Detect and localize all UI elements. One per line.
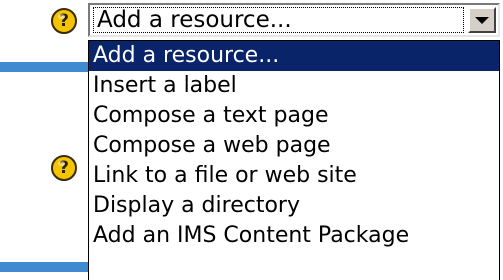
- help-icon-glyph: ?: [59, 11, 69, 31]
- help-icon[interactable]: ?: [51, 8, 77, 34]
- dropdown-list: Add a resource... Insert a label Compose…: [88, 40, 500, 280]
- section-divider-bar: [0, 262, 90, 272]
- dropdown-arrow-button[interactable]: [468, 7, 496, 33]
- dropdown-option[interactable]: Add an IMS Content Package: [89, 221, 499, 251]
- chevron-down-icon: [475, 16, 489, 24]
- dropdown-option[interactable]: Compose a text page: [89, 101, 499, 131]
- help-icon[interactable]: ?: [51, 155, 77, 181]
- section-divider-bar: [0, 62, 90, 72]
- add-resource-select[interactable]: Add a resource...: [88, 3, 500, 37]
- dropdown-option[interactable]: Add a resource...: [89, 41, 499, 71]
- select-current-value: Add a resource...: [93, 7, 464, 33]
- dropdown-option[interactable]: Insert a label: [89, 71, 499, 101]
- dropdown-option[interactable]: Link to a file or web site: [89, 161, 499, 191]
- dropdown-option[interactable]: Compose a web page: [89, 131, 499, 161]
- dropdown-option[interactable]: Display a directory: [89, 191, 499, 221]
- help-icon-glyph: ?: [59, 158, 69, 178]
